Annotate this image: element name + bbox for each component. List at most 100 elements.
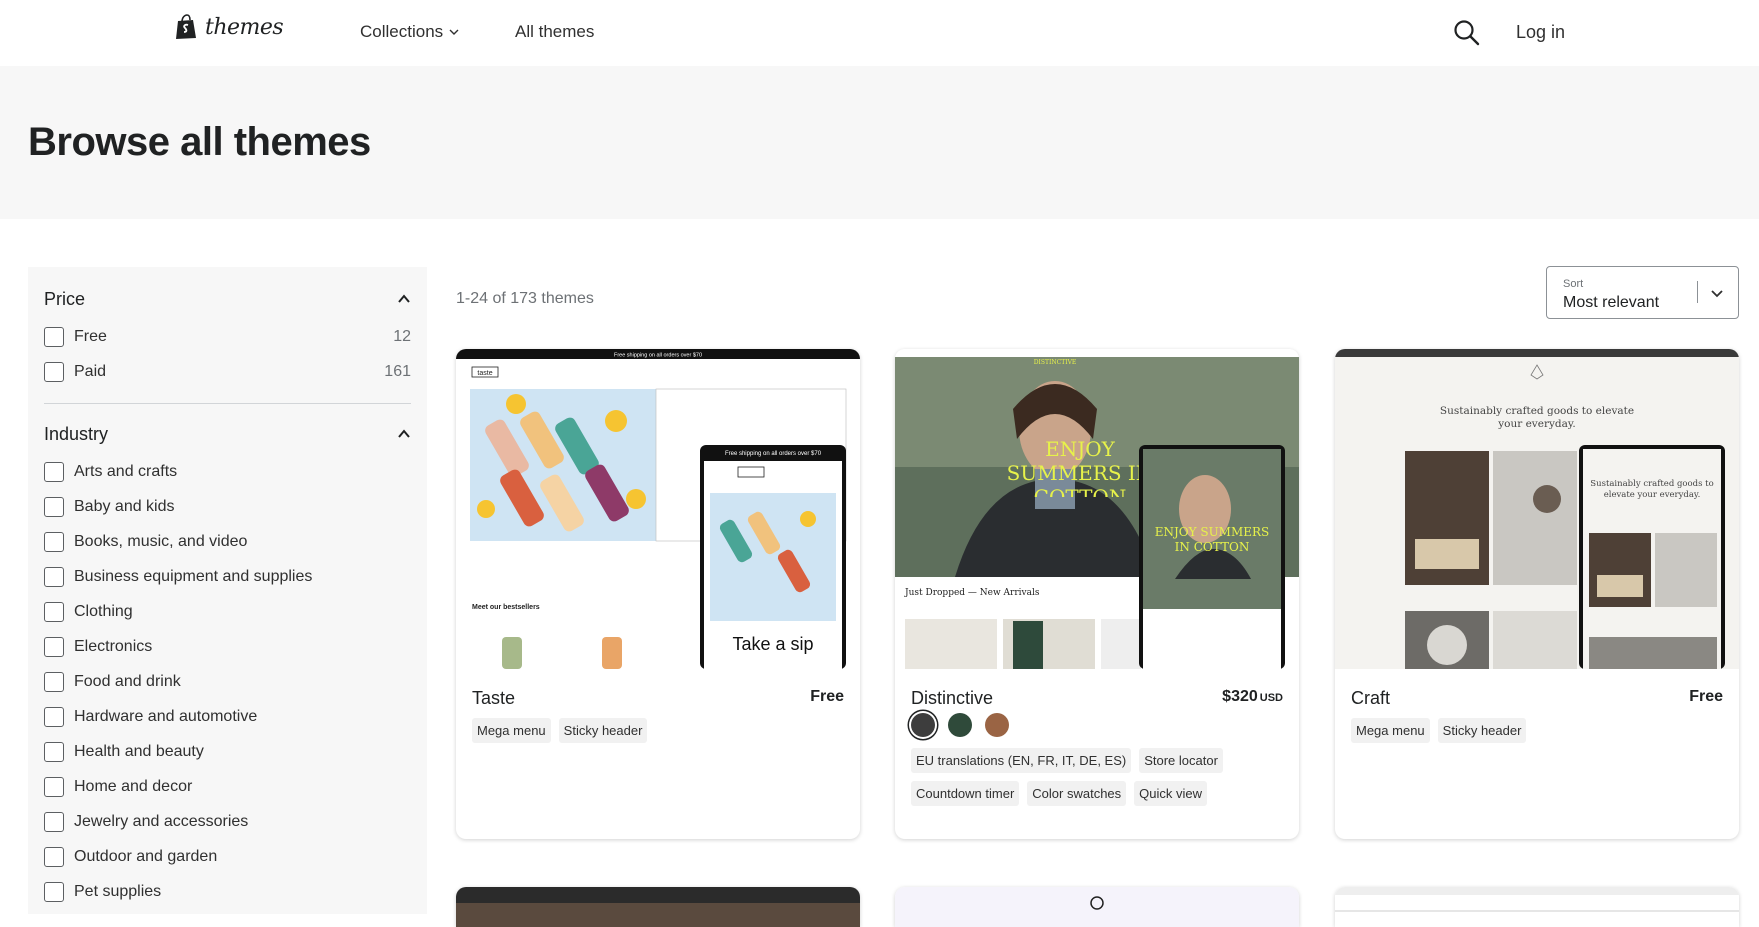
filter-sidebar: Price Free 12 Paid 161 Industry Arts and…	[28, 267, 427, 914]
preview-logo: taste	[477, 370, 492, 377]
theme-currency: USD	[1259, 692, 1283, 704]
checkbox[interactable]	[44, 601, 64, 622]
filter-option-label: Pet supplies	[74, 882, 162, 900]
filter-option-industry[interactable]: Baby and kids	[44, 489, 411, 524]
preview-headline: Sustainably crafted goods to elevate you…	[1439, 405, 1635, 430]
color-swatch[interactable]	[911, 713, 935, 737]
filter-option-industry[interactable]: Clothing	[44, 594, 411, 629]
all-themes-link[interactable]: All themes	[515, 22, 594, 42]
theme-card-taste[interactable]: Free shipping on all orders over $70 tas…	[456, 349, 860, 839]
checkbox[interactable]	[44, 776, 64, 797]
feature-tag: Store locator	[1139, 748, 1223, 773]
checkbox[interactable]	[44, 811, 64, 832]
filter-option-industry[interactable]: Outdoor and garden	[44, 839, 411, 874]
filter-option-label: Clothing	[74, 602, 133, 620]
filter-option-label: Jewelry and accessories	[74, 812, 249, 830]
filter-option-label: Free	[74, 327, 107, 345]
results-count: 1-24 of 173 themes	[456, 290, 594, 307]
divider	[1697, 281, 1698, 303]
chevron-up-icon	[398, 294, 410, 303]
filter-option-industry[interactable]: Books, music, and video	[44, 524, 411, 559]
price-filter-title: Price	[44, 288, 86, 309]
filter-option-label: Books, music, and video	[74, 532, 248, 550]
color-swatch[interactable]	[948, 713, 972, 737]
filter-option-industry[interactable]: Health and beauty	[44, 734, 411, 769]
filter-option-label: Paid	[74, 362, 107, 380]
checkbox[interactable]	[44, 671, 64, 692]
feature-tags: Mega menu Sticky header	[472, 718, 844, 743]
sort-select[interactable]: Sort Most relevant	[1546, 266, 1739, 319]
price-filter-header[interactable]: Price	[44, 287, 411, 311]
shopify-themes-logo[interactable]: themes	[175, 14, 284, 40]
feature-tag: Color swatches	[1027, 781, 1127, 806]
filter-option-industry[interactable]: Electronics	[44, 629, 411, 664]
preview-mobile-headline: Sustainably crafted goods to elevate you…	[1590, 479, 1714, 500]
theme-price: Free	[810, 688, 844, 706]
theme-preview-image[interactable]: DISTINCTIVE ENJOY SUMMERS IN COTTON Just…	[895, 349, 1299, 669]
industry-filter-header[interactable]: Industry	[44, 422, 411, 446]
theme-card-peek[interactable]	[456, 887, 860, 927]
filter-option-label: Electronics	[74, 637, 153, 655]
theme-price: $320 USD	[1222, 688, 1283, 706]
preview-headline: ENJOY SUMMERS IN COTTON	[1006, 437, 1154, 497]
feature-tags: Mega menu Sticky header	[1351, 718, 1723, 743]
theme-price-value: Free	[1689, 688, 1723, 705]
feature-tag: Mega menu	[1351, 718, 1430, 743]
preview-mobile-cta: Take a sip	[732, 634, 813, 654]
page-title: Browse all themes	[28, 120, 371, 164]
preview-section-title: Meet our bestsellers	[472, 604, 540, 611]
top-nav: themes Collections All themes Log in	[0, 0, 1759, 66]
checkbox[interactable]	[44, 566, 64, 587]
theme-name[interactable]: Distinctive	[911, 688, 993, 709]
preview-banner-text: Free shipping on all orders over $70	[614, 353, 702, 359]
theme-name[interactable]: Taste	[472, 688, 515, 709]
color-swatches	[911, 713, 1009, 737]
filter-option-label: Baby and kids	[74, 497, 175, 515]
checkbox[interactable]	[44, 461, 64, 482]
filter-option-industry[interactable]: Hardware and automotive	[44, 699, 411, 734]
filter-option-label: Hardware and automotive	[74, 707, 258, 725]
preview-mobile-headline: ENJOY SUMMERS IN COTTON	[1154, 525, 1270, 554]
theme-preview-image[interactable]: Sustainably crafted goods to elevate you…	[1335, 349, 1739, 669]
preview-brand: DISTINCTIVE	[1034, 359, 1077, 366]
filter-option-industry[interactable]: Arts and crafts	[44, 454, 411, 489]
feature-tag: Countdown timer	[911, 781, 1020, 806]
hero-banner: Browse all themes	[0, 66, 1759, 219]
checkbox[interactable]	[44, 706, 64, 727]
checkbox[interactable]	[44, 531, 64, 552]
filter-option-industry[interactable]: Pet supplies	[44, 874, 411, 909]
filter-option-industry[interactable]: Business equipment and supplies	[44, 559, 411, 594]
theme-preview-image	[895, 887, 1299, 927]
checkbox[interactable]	[44, 496, 64, 517]
theme-card-distinctive[interactable]: DISTINCTIVE ENJOY SUMMERS IN COTTON Just…	[895, 349, 1299, 839]
theme-card-peek[interactable]	[895, 887, 1299, 927]
color-swatch[interactable]	[985, 713, 1009, 737]
feature-tag: Quick view	[1134, 781, 1208, 806]
collections-menu[interactable]: Collections	[360, 22, 459, 42]
theme-preview-image[interactable]: Free shipping on all orders over $70 tas…	[456, 349, 860, 669]
filter-option-paid[interactable]: Paid 161	[44, 354, 411, 389]
filter-option-industry[interactable]: Home and decor	[44, 769, 411, 804]
checkbox[interactable]	[44, 326, 64, 347]
shopify-bag-icon	[176, 14, 196, 39]
industry-filter-title: Industry	[44, 423, 109, 444]
checkbox[interactable]	[44, 846, 64, 867]
preview-section-title: Just Dropped — New Arrivals	[904, 588, 1040, 598]
login-link[interactable]: Log in	[1516, 22, 1565, 43]
theme-card-peek[interactable]	[1335, 887, 1739, 927]
preview-mobile-banner: Free shipping on all orders over $70	[725, 451, 822, 457]
theme-name[interactable]: Craft	[1351, 688, 1390, 709]
checkbox[interactable]	[44, 361, 64, 382]
theme-preview-image	[456, 887, 860, 927]
filter-option-industry[interactable]: Food and drink	[44, 664, 411, 699]
checkbox[interactable]	[44, 636, 64, 657]
checkbox[interactable]	[44, 741, 64, 762]
sort-caption: Sort	[1563, 278, 1584, 290]
search-icon[interactable]	[1452, 18, 1480, 46]
filter-option-industry[interactable]: Jewelry and accessories	[44, 804, 411, 839]
filter-option-free[interactable]: Free 12	[44, 319, 411, 354]
checkbox[interactable]	[44, 881, 64, 902]
filter-option-count: 12	[393, 327, 411, 345]
theme-card-craft[interactable]: Sustainably crafted goods to elevate you…	[1335, 349, 1739, 839]
filter-option-label: Arts and crafts	[74, 462, 178, 480]
